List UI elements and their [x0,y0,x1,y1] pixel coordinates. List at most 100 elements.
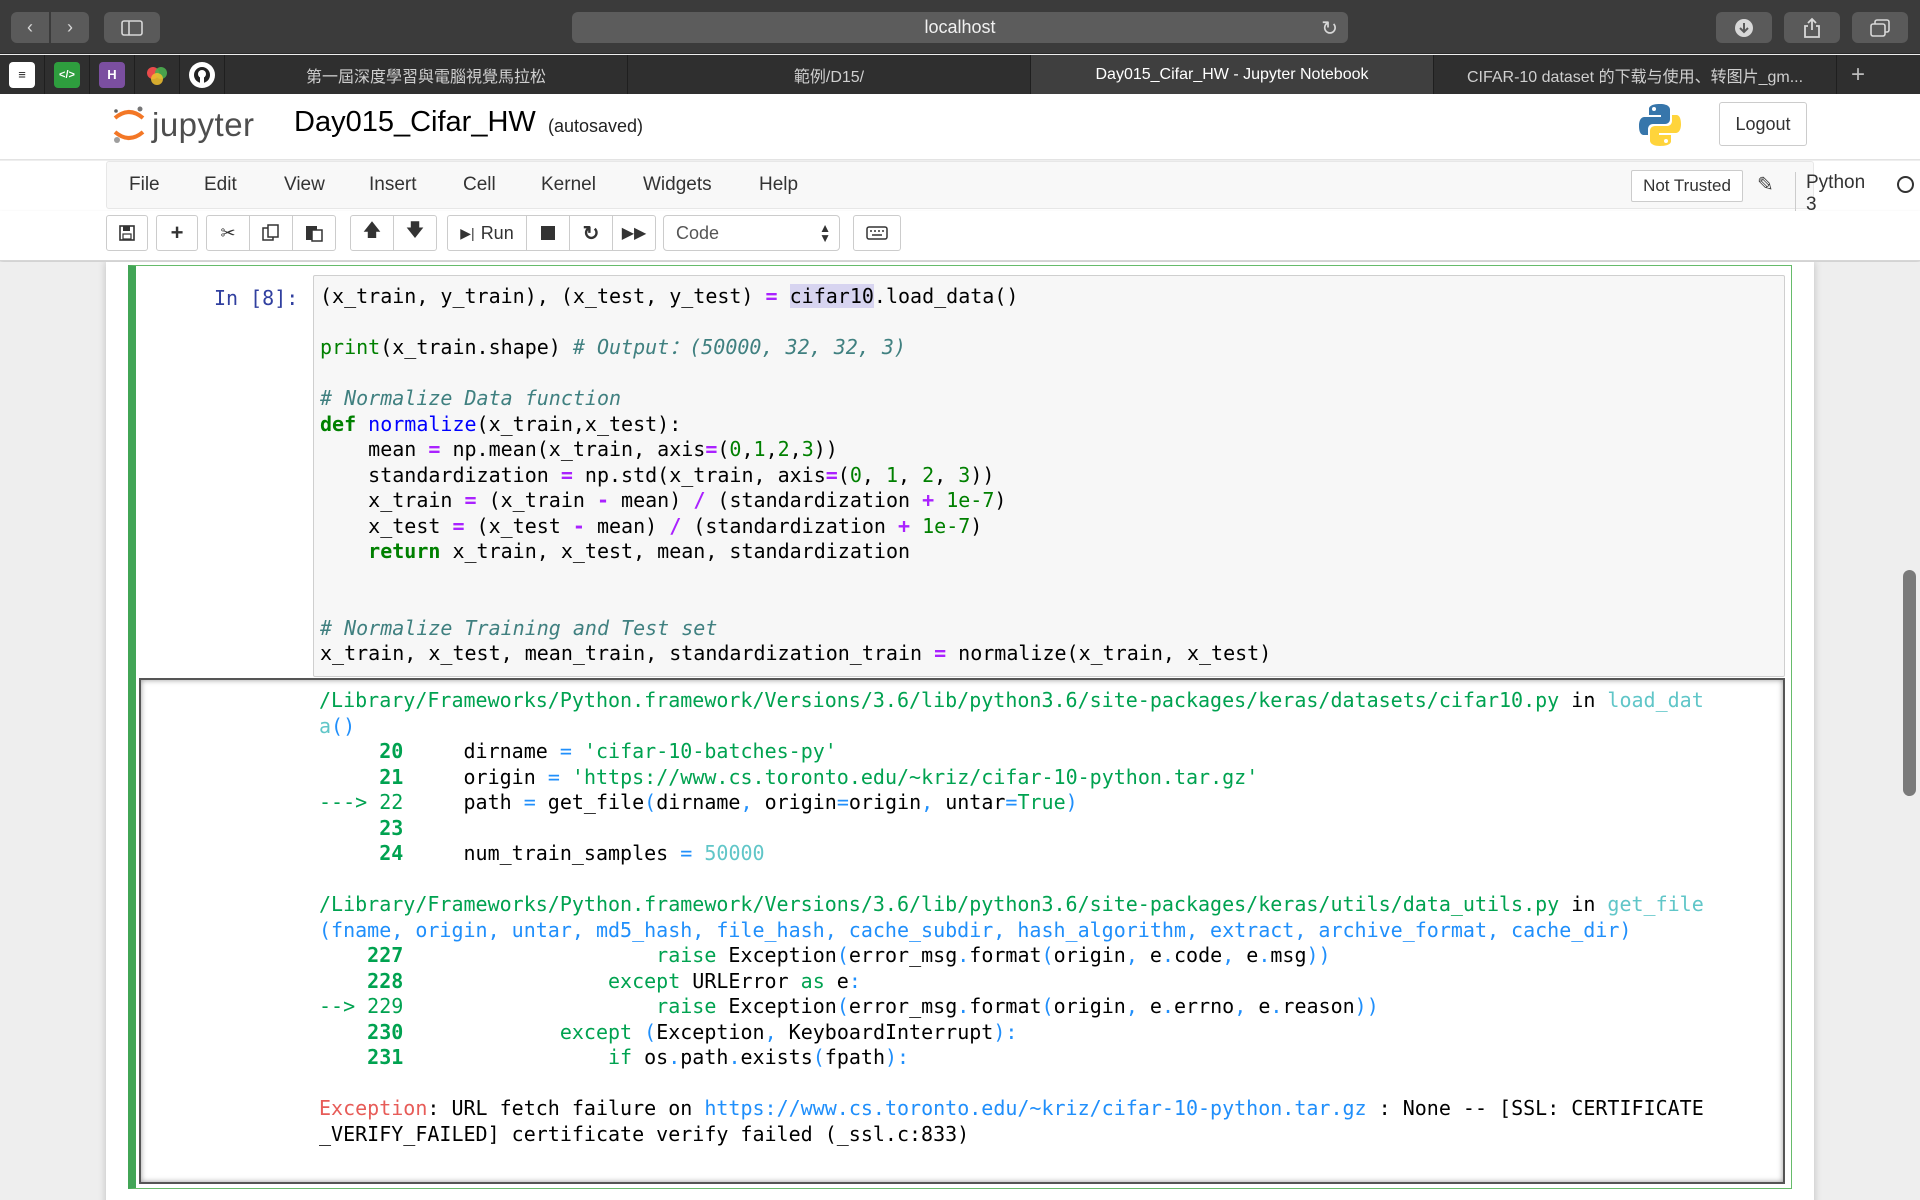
traceback-line: a() [319,713,356,738]
code-line: def normalize(x_train,x_test): [320,411,682,436]
traceback-line: /Library/Frameworks/Python.framework/Ver… [319,688,1704,712]
pinned-tab-colorful[interactable] [135,55,180,94]
arrow-down-icon: 🡇 [405,220,425,240]
code-line: # Normalize Data function [320,386,622,410]
arrow-up-icon: 🡅 [362,220,382,240]
fast-forward-icon: ▶▶ [621,225,647,242]
save-icon [119,225,135,241]
traceback-line [319,867,331,891]
code-line: return x_train, x_test, mean, standardiz… [368,539,911,563]
traceback-line: 231 if os.path.exists(fpath): [367,1045,910,1069]
traceback-line: _VERIFY_FAILED] certificate verify faile… [319,1121,970,1146]
restart-button[interactable]: ↻ [569,215,613,251]
traceback-line: --> 229 raise Exception(error_msg.format… [319,994,1379,1018]
cell-type-select[interactable]: Code ▲ ▼ [663,215,840,251]
menubar: File Edit View Insert Cell Kernel Widget… [106,161,1914,216]
h-icon: H [99,61,125,88]
save-button[interactable] [106,215,148,251]
menu-view[interactable]: View [284,174,325,196]
pinned-tab-github[interactable] [180,55,225,94]
interrupt-button[interactable] [526,215,570,251]
code-editor[interactable]: (x_train, y_train), (x_test, y_test) = c… [313,275,1785,677]
address-bar[interactable]: localhost ↻ [572,12,1348,43]
notebook-area: In [8]: (x_train, y_train), (x_test, y_t… [0,262,1920,1200]
forward-button[interactable]: › [51,12,89,43]
github-icon [189,61,215,88]
jupyter-logo-text: jupyter [152,106,255,143]
menu-cell[interactable]: Cell [463,174,496,196]
run-button[interactable]: ▶| Run [447,215,527,251]
sidebar-icon [121,19,143,36]
back-button[interactable]: ‹ [11,12,49,43]
traceback-text: /Library/Frameworks/Python.framework/Ver… [319,688,1704,1147]
menu-insert[interactable]: Insert [369,174,417,196]
menu-edit[interactable]: Edit [204,174,237,196]
share-icon [1804,17,1820,38]
notebook-toolbar: + ✂ 🡅 🡇 ▶| Run ↻ ▶▶ Code ▲ ▼ [0,211,1920,261]
scrollbar-thumb[interactable] [1903,570,1916,796]
traceback-line: 228 except URLError as e: [367,968,861,993]
traceback-line: 20 dirname = 'cifar-10-batches-py' [379,739,837,763]
browser-toolbar: ‹ › localhost ↻ [0,0,1920,54]
scissors-icon: ✂ [220,222,236,243]
pinned-tab-h[interactable]: H [90,55,135,94]
menu-kernel[interactable]: Kernel [541,174,596,196]
logout-button[interactable]: Logout [1719,102,1807,146]
new-tab-button[interactable]: + [1837,55,1879,94]
notebook-title[interactable]: Day015_Cifar_HW [294,106,536,139]
tab-marathon[interactable]: 第一屆深度學習與電腦視覺馬拉松 [225,55,628,94]
pinned-tab-notes[interactable]: ≡ [0,55,45,94]
jupyter-logo[interactable]: jupyter [112,104,255,146]
move-down-button[interactable]: 🡇 [393,215,437,251]
traceback-line: 23 [379,815,404,840]
sidebar-toggle-button[interactable] [104,12,160,43]
keyboard-icon [866,226,888,240]
autosave-status: (autosaved) [548,116,644,136]
code-line: x_test = (x_test - mean) / (standardizat… [320,513,983,538]
traceback-line: 24 num_train_samples = 50000 [379,841,765,865]
cut-button[interactable]: ✂ [206,215,250,251]
code-line: (x_train, y_train), (x_test, y_test) = c… [320,284,1019,308]
tab-d15[interactable]: 範例/D15/ [628,55,1031,94]
address-text: localhost [924,17,996,37]
traceback-line: /Library/Frameworks/Python.framework/Ver… [319,892,1704,916]
stop-icon [541,226,555,240]
code-input[interactable]: (x_train, y_train), (x_test, y_test) = c… [320,284,1271,667]
pencil-icon[interactable]: ✎ [1757,172,1774,197]
colorful-icon [144,62,170,88]
notebook-page: In [8]: (x_train, y_train), (x_test, y_t… [106,262,1814,1200]
paste-button[interactable] [292,215,336,251]
menu-help[interactable]: Help [759,174,798,196]
command-palette-button[interactable] [853,215,901,251]
page-scrollbar[interactable] [1900,262,1920,1200]
pinned-tab-code[interactable]: </> [45,55,90,94]
downloads-button[interactable] [1716,12,1772,43]
reload-icon[interactable]: ↻ [1321,16,1338,41]
code-line: mean = np.mean(x_train, axis=(0,1,2,3)) [320,437,838,461]
insert-cell-button[interactable]: + [156,215,198,251]
chevron-left-icon: ‹ [27,17,33,37]
share-button[interactable] [1784,12,1840,43]
tab-cifar-dataset[interactable]: CIFAR-10 dataset 的下载与使用、转图片_gm... [1434,55,1837,94]
kernel-name[interactable]: Python 3 [1795,172,1865,216]
run-label: Run [480,222,514,243]
tab-bar: ≡ </> H 第一屆深度學習與電腦視覺馬拉松 範例/D15/ Day015_C… [0,55,1920,94]
code-cell[interactable]: In [8]: (x_train, y_train), (x_test, y_t… [128,265,1792,1189]
tab-jupyter-notebook[interactable]: Day015_Cifar_HW - Jupyter Notebook [1031,55,1434,94]
traceback-line: (fname, origin, untar, md5_hash, file_ha… [319,917,1632,942]
restart-run-all-button[interactable]: ▶▶ [612,215,656,251]
menu-file[interactable]: File [129,174,160,196]
move-up-button[interactable]: 🡅 [350,215,394,251]
menubar-container: File Edit View Insert Cell Kernel Widget… [0,161,1920,216]
trust-button[interactable]: Not Trusted [1631,170,1743,202]
code-line: standardization = np.std(x_train, axis=(… [320,462,995,487]
traceback-line [319,1071,331,1095]
menu-widgets[interactable]: Widgets [643,174,712,196]
copy-button[interactable] [249,215,293,251]
cell-type-value: Code [676,222,720,243]
show-tabs-button[interactable] [1852,12,1908,43]
tabs-overview-icon [1870,18,1890,37]
output-traceback: /Library/Frameworks/Python.framework/Ver… [139,678,1785,1184]
